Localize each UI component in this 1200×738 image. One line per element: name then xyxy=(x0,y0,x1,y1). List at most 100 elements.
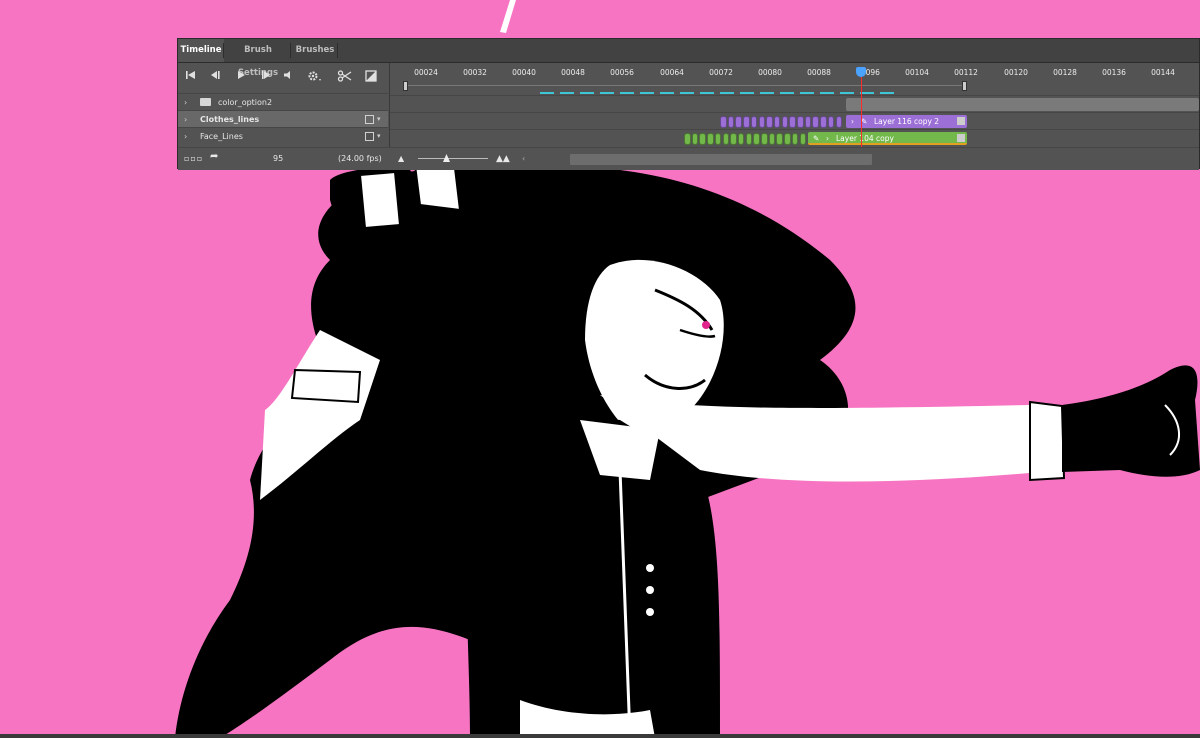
ruler-tick: 00048 xyxy=(561,68,585,77)
timeline-tracks[interactable]: 00024 00032 00040 00048 00056 00064 0007… xyxy=(389,63,1199,147)
ruler-tick: 00136 xyxy=(1102,68,1126,77)
frame-rate: (24.00 fps) xyxy=(338,154,382,163)
ruler-tick: 00120 xyxy=(1004,68,1028,77)
chevron-right-icon[interactable]: › xyxy=(184,94,187,111)
frame-block[interactable] xyxy=(761,133,768,145)
timeline-scrollbar[interactable] xyxy=(570,154,872,165)
ruler-tick: 00104 xyxy=(905,68,929,77)
transition-icon[interactable] xyxy=(361,70,381,86)
tab-brush-settings[interactable]: Brush Settings xyxy=(225,39,291,78)
track-clothes-lines[interactable]: › ✎ Layer 116 copy 2 xyxy=(390,112,1199,129)
time-ruler[interactable]: 00024 00032 00040 00048 00056 00064 0007… xyxy=(390,63,1199,95)
dropdown-icon[interactable]: ▾ xyxy=(377,128,381,145)
film-icon[interactable] xyxy=(365,115,374,124)
frame-block[interactable] xyxy=(768,133,776,145)
frame-block[interactable] xyxy=(727,116,735,128)
vest-button xyxy=(646,608,654,616)
folder-icon xyxy=(200,98,211,106)
clip-end-handle[interactable] xyxy=(957,117,965,125)
ruler-tick: 00056 xyxy=(610,68,634,77)
frame-block[interactable] xyxy=(707,133,714,145)
audio-icon[interactable] xyxy=(278,70,298,86)
frame-block[interactable] xyxy=(684,133,691,145)
zoom-in-mountain-icon[interactable]: ▲▲ xyxy=(496,154,510,164)
chevron-right-icon: › xyxy=(851,117,854,126)
work-area-bar[interactable] xyxy=(406,85,966,86)
playhead-line[interactable] xyxy=(861,77,862,147)
track-face-lines[interactable]: ✎ › Layer 104 copy xyxy=(390,129,1199,146)
work-area-start-handle[interactable] xyxy=(403,81,408,91)
frame-block[interactable] xyxy=(730,133,737,145)
frame-block[interactable] xyxy=(714,133,722,145)
clip-end-handle[interactable] xyxy=(957,134,965,142)
frame-block[interactable] xyxy=(766,116,773,128)
vest xyxy=(465,414,720,738)
clip-layer-104-copy[interactable]: ✎ › Layer 104 copy xyxy=(808,132,967,145)
split-scissors-icon[interactable] xyxy=(335,70,355,86)
frame-block[interactable] xyxy=(776,133,783,145)
chevron-right-icon[interactable]: › xyxy=(184,111,187,128)
frame-block[interactable] xyxy=(827,116,835,128)
chevron-right-icon[interactable]: › xyxy=(184,128,187,145)
frame-block[interactable] xyxy=(753,133,760,145)
left-cuff xyxy=(290,368,362,404)
play-icon[interactable] xyxy=(231,70,251,86)
layer-row-face-lines[interactable]: › Face_Lines ▾ xyxy=(178,127,388,144)
zoom-out-mountain-icon[interactable]: ▲ xyxy=(398,154,404,163)
frame-block[interactable] xyxy=(784,133,791,145)
frame-block[interactable] xyxy=(835,116,842,128)
frame-block[interactable] xyxy=(773,116,781,128)
frame-block[interactable] xyxy=(797,116,804,128)
next-frame-icon[interactable] xyxy=(256,70,276,86)
frame-block[interactable] xyxy=(720,116,727,128)
layer-row-color-option2[interactable]: › color_option2 xyxy=(178,93,388,110)
frame-block[interactable] xyxy=(781,116,789,128)
sketch-line-top xyxy=(500,0,516,33)
work-area-end-handle[interactable] xyxy=(962,81,967,91)
group-track-bar[interactable] xyxy=(846,98,1199,111)
frame-block[interactable] xyxy=(691,133,699,145)
current-frame: 95 xyxy=(273,154,284,163)
frame-block[interactable] xyxy=(699,133,706,145)
frame-block[interactable] xyxy=(789,116,796,128)
frame-block[interactable] xyxy=(722,133,729,145)
clip-label: Layer 104 copy xyxy=(836,134,894,143)
ruler-tick: 00072 xyxy=(709,68,733,77)
go-to-first-frame-icon[interactable] xyxy=(181,70,201,86)
zoom-slider-track[interactable] xyxy=(418,158,488,159)
frame-block[interactable] xyxy=(812,116,819,128)
playhead-handle[interactable] xyxy=(856,67,866,77)
scroll-left-icon[interactable]: ‹ xyxy=(522,154,525,163)
tab-timeline[interactable]: Timeline xyxy=(178,39,224,62)
film-icon[interactable] xyxy=(365,132,374,141)
settings-gear-icon[interactable] xyxy=(304,70,324,86)
frame-block[interactable] xyxy=(820,116,827,128)
ruler-tick: 00144 xyxy=(1151,68,1175,77)
render-arrow-icon[interactable]: ➦ xyxy=(210,151,218,162)
panel-tab-bar: Timeline Brush Settings Brushes xyxy=(178,39,1199,78)
convert-frame-icon[interactable]: ▫▫▫ xyxy=(184,154,203,163)
right-glove xyxy=(1062,365,1200,477)
frame-block[interactable] xyxy=(737,133,745,145)
frame-block[interactable] xyxy=(791,133,799,145)
tab-brushes[interactable]: Brushes xyxy=(292,39,338,62)
timeline-footer: ▫▫▫ ➦ 95 (24.00 fps) ▲ ▲▲ ‹ xyxy=(178,147,1199,170)
clip-label: Layer 116 copy 2 xyxy=(874,117,940,126)
vest-button xyxy=(646,586,654,594)
clip-layer-116-copy-2[interactable]: › ✎ Layer 116 copy 2 xyxy=(846,115,967,128)
track-color-option2[interactable] xyxy=(390,95,1199,112)
left-hand-thumb xyxy=(413,163,462,212)
layer-row-clothes-lines[interactable]: › Clothes_lines ▾ xyxy=(178,110,388,127)
frame-block[interactable] xyxy=(799,133,806,145)
frame-block[interactable] xyxy=(750,116,758,128)
frame-block[interactable] xyxy=(743,116,750,128)
frame-block[interactable] xyxy=(804,116,812,128)
previous-frame-icon[interactable] xyxy=(205,70,225,86)
brush-icon: ✎ xyxy=(813,134,820,143)
frame-block[interactable] xyxy=(735,116,742,128)
frame-block[interactable] xyxy=(745,133,753,145)
frame-block[interactable] xyxy=(758,116,765,128)
dropdown-icon[interactable]: ▾ xyxy=(377,111,381,128)
ruler-tick: 00128 xyxy=(1053,68,1077,77)
cached-frames-indicator xyxy=(540,92,900,94)
